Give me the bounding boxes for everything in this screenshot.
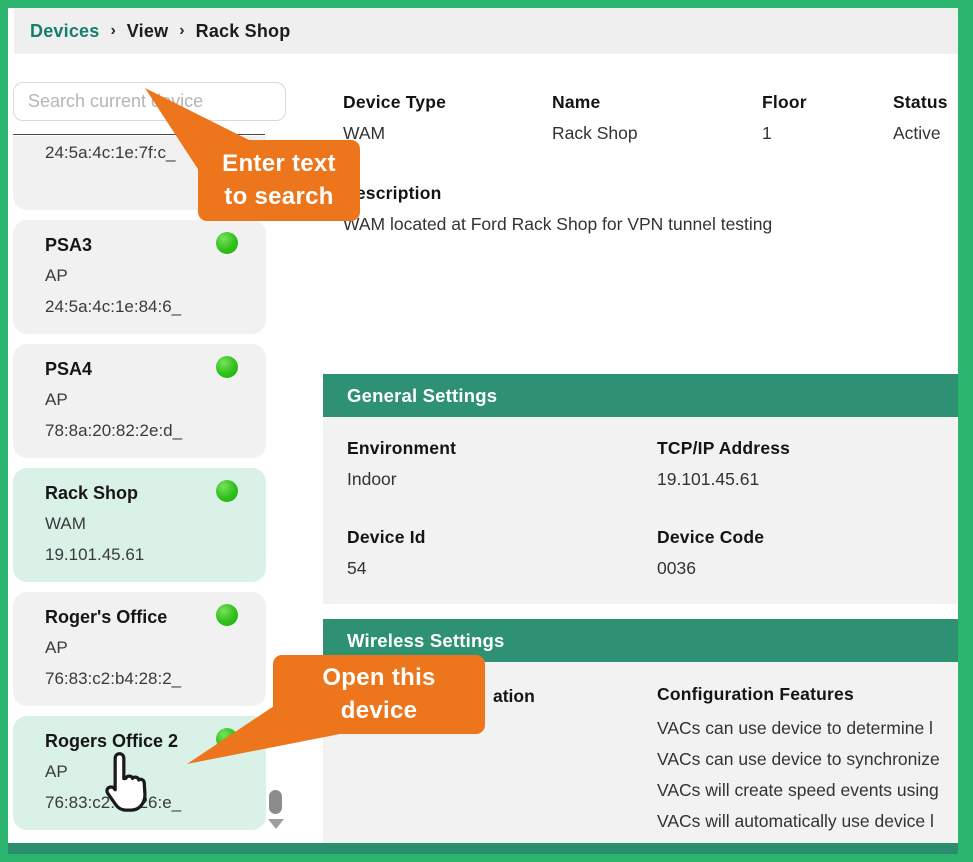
- breadcrumb-item-rack-shop: Rack Shop: [196, 21, 291, 42]
- feature-list: VACs can use device to determine lVACs c…: [657, 713, 940, 837]
- status-online-icon: [216, 480, 238, 502]
- field-label-device-type: Device Type: [343, 92, 446, 113]
- scrollbar-down-arrow-icon[interactable]: [268, 819, 284, 829]
- device-address: 24:5a:4c:1e:84:6_: [45, 291, 238, 322]
- status-online-icon: [216, 232, 238, 254]
- device-name: Roger's Office: [45, 602, 238, 632]
- device-card-psa3[interactable]: PSA3AP24:5a:4c:1e:84:6_: [13, 220, 266, 334]
- device-type: AP: [45, 260, 238, 291]
- device-name: PSA3: [45, 230, 238, 260]
- feature-item: VACs can use device to synchronize: [657, 744, 940, 775]
- general-settings-body: Environment Indoor TCP/IP Address 19.101.45…: [323, 417, 958, 604]
- summary-col-name: Name Rack Shop: [552, 92, 638, 144]
- description-block: Description WAM located at Ford Rack Sho…: [343, 183, 958, 235]
- device-type: WAM: [45, 508, 238, 539]
- scrollbar-thumb[interactable]: [269, 790, 282, 814]
- field-value-device-id: 54: [347, 558, 426, 579]
- field-value-tcp-ip-address: 19.101.45.61: [657, 469, 790, 490]
- device-name: Rack Shop: [45, 478, 238, 508]
- field-label-environment: Environment: [347, 438, 456, 459]
- general-settings-header: General Settings: [323, 374, 958, 417]
- feature-item: VACs will create speed events using: [657, 775, 940, 806]
- field-label-status: Status: [893, 92, 948, 113]
- breadcrumb-item-view: View: [127, 21, 169, 42]
- field-value-device-type: WAM: [343, 123, 446, 144]
- device-type: AP: [45, 632, 238, 663]
- description-value: WAM located at Ford Rack Shop for VPN tu…: [343, 214, 958, 235]
- device-card-psa4[interactable]: PSA4AP78:8a:20:82:2e:d_: [13, 344, 266, 458]
- field-value-environment: Indoor: [347, 469, 456, 490]
- field-label-tcp-ip-address: TCP/IP Address: [657, 438, 790, 459]
- field-label-name: Name: [552, 92, 638, 113]
- callout-search-line1: Enter text: [198, 147, 360, 180]
- device-address: 19.101.45.61: [45, 539, 238, 570]
- hand-cursor-icon: [100, 750, 152, 816]
- status-online-icon: [216, 356, 238, 378]
- device-card-rack-shop[interactable]: Rack ShopWAM19.101.45.61: [13, 468, 266, 582]
- field-value-name: Rack Shop: [552, 123, 638, 144]
- field-device-id: Device Id 54: [347, 527, 426, 579]
- field-label-device-code: Device Code: [657, 527, 764, 548]
- field-device-code: Device Code 0036: [657, 527, 764, 579]
- summary-col-floor: Floor 1: [762, 92, 807, 144]
- callout-open-this-device: Open this device: [273, 655, 485, 734]
- breadcrumb-separator-icon: ›: [110, 22, 115, 40]
- device-name: PSA4: [45, 354, 238, 384]
- summary-col-device-type: Device Type WAM: [343, 92, 446, 144]
- status-online-icon: [216, 604, 238, 626]
- device-address: 78:8a:20:82:2e:d_: [45, 415, 238, 446]
- field-value-status: Active: [893, 123, 948, 144]
- wireless-left-label-fragment: ation: [493, 686, 535, 707]
- callout-open-line1: Open this: [273, 661, 485, 694]
- field-label-device-id: Device Id: [347, 527, 426, 548]
- configuration-features-label: Configuration Features: [657, 684, 940, 705]
- device-card-roger-s-office[interactable]: Roger's OfficeAP76:83:c2:b4:28:2_: [13, 592, 266, 706]
- breadcrumb: Devices › View › Rack Shop: [14, 8, 958, 54]
- field-value-device-code: 0036: [657, 558, 764, 579]
- breadcrumb-item-devices[interactable]: Devices: [30, 21, 99, 42]
- device-address: 76:83:c2:b4:28:2_: [45, 663, 238, 694]
- description-label: Description: [343, 183, 958, 204]
- field-value-floor: 1: [762, 123, 807, 144]
- field-label-floor: Floor: [762, 92, 807, 113]
- summary-col-status: Status Active: [893, 92, 948, 144]
- configuration-features-block: Configuration Features VACs can use devi…: [657, 684, 940, 837]
- footer-bar: [8, 843, 958, 856]
- field-environment: Environment Indoor: [347, 438, 456, 490]
- field-tcp-ip-address: TCP/IP Address 19.101.45.61: [657, 438, 790, 490]
- device-type: AP: [45, 384, 238, 415]
- feature-item: VACs can use device to determine l: [657, 713, 940, 744]
- device-summary: Device Type WAM Name Rack Shop Floor 1 Status A…: [343, 92, 958, 162]
- breadcrumb-separator-icon: ›: [179, 22, 184, 40]
- callout-search-line2: to search: [198, 180, 360, 213]
- feature-item: VACs will automatically use device l: [657, 806, 940, 837]
- callout-enter-text-to-search: Enter text to search: [198, 140, 360, 221]
- callout-open-line2: device: [273, 694, 485, 727]
